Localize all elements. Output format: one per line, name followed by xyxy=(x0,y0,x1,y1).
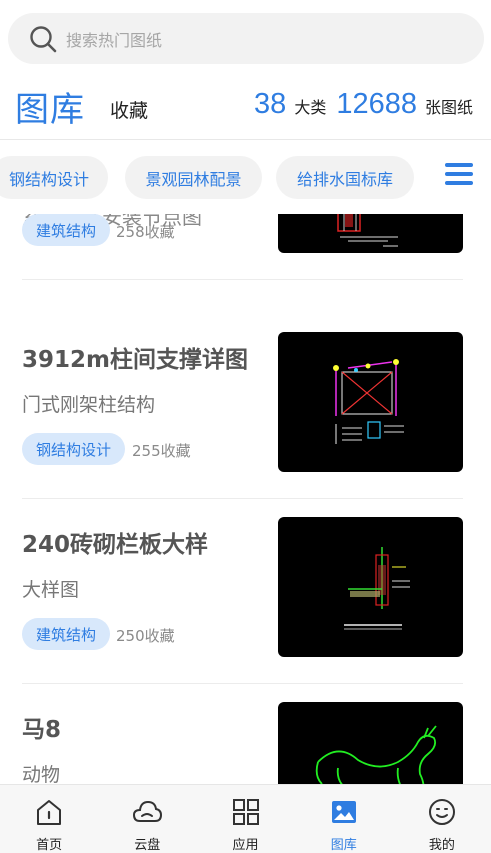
item-title: 马8 xyxy=(22,717,62,743)
nav-gallery[interactable]: 图库 xyxy=(295,785,393,853)
nav-label: 图库 xyxy=(330,838,357,853)
nav-label: 云盘 xyxy=(134,838,161,853)
nav-apps[interactable]: 应用 xyxy=(196,785,294,853)
search-placeholder: 搜索热门图纸 xyxy=(66,30,163,50)
gallery-header: 图库 收藏 38 大类 12688 张图纸 xyxy=(0,76,491,138)
drawing-count: 12688 xyxy=(336,88,417,120)
drawing-thumbnail xyxy=(278,214,463,253)
item-title: 3912m柱间支撑详图 xyxy=(22,347,248,373)
item-subtitle: 动物 xyxy=(22,764,61,784)
gallery-stats: 38 大类 12688 张图纸 xyxy=(254,88,473,121)
list-item[interactable]: 室外构件安装节点图 建筑结构 258收藏 xyxy=(0,214,491,298)
chip-plumbing[interactable]: 给排水国标库 xyxy=(276,156,414,199)
item-separator xyxy=(22,279,463,280)
item-tag[interactable]: 建筑结构 xyxy=(22,214,111,246)
category-count: 38 xyxy=(254,88,287,120)
search-icon xyxy=(30,25,57,52)
drawing-thumbnail xyxy=(278,332,463,472)
item-favorites: 255收藏 xyxy=(132,442,191,460)
nav-cloud[interactable]: 云盘 xyxy=(98,785,196,853)
item-separator xyxy=(22,498,463,499)
item-favorites: 258收藏 xyxy=(116,223,175,241)
drawing-list: 室外构件安装节点图 建筑结构 258收藏 3912m柱间支撑详图 门式刚架柱结构… xyxy=(0,214,491,784)
item-subtitle: 大样图 xyxy=(22,579,80,601)
list-item[interactable]: 3912m柱间支撑详图 门式刚架柱结构 钢结构设计 255收藏 xyxy=(0,332,491,517)
item-title: 240砖砌栏板大样 xyxy=(22,532,209,558)
nav-label: 应用 xyxy=(232,838,259,853)
page-title[interactable]: 图库 xyxy=(15,82,85,131)
drawing-thumbnail xyxy=(278,702,463,784)
drawing-thumbnail xyxy=(278,517,463,657)
search-bar[interactable]: 搜索热门图纸 xyxy=(8,13,484,64)
cloud-icon xyxy=(133,800,163,822)
menu-icon[interactable] xyxy=(445,163,473,189)
home-icon xyxy=(37,800,62,825)
list-item[interactable]: 马8 动物 xyxy=(0,702,491,784)
drawing-unit: 张图纸 xyxy=(424,98,473,117)
list-item[interactable]: 240砖砌栏板大样 大样图 建筑结构 250收藏 xyxy=(0,517,491,702)
favorites-tab[interactable]: 收藏 xyxy=(110,96,148,123)
category-unit: 大类 xyxy=(294,98,327,117)
chip-steel-structure[interactable]: 钢结构设计 xyxy=(0,156,108,199)
item-tag[interactable]: 钢结构设计 xyxy=(22,433,126,465)
header-divider xyxy=(0,139,491,140)
item-favorites: 250收藏 xyxy=(116,627,175,645)
item-tag[interactable]: 建筑结构 xyxy=(22,618,111,650)
category-chips: 钢结构设计 景观园林配景 给排水国标库 xyxy=(0,156,491,200)
item-separator xyxy=(22,683,463,684)
nav-home[interactable]: 首页 xyxy=(0,785,98,853)
nav-label: 我的 xyxy=(428,838,455,853)
item-subtitle: 门式刚架柱结构 xyxy=(22,394,156,416)
nav-label: 首页 xyxy=(36,838,63,853)
profile-smile-icon xyxy=(428,799,455,825)
chip-landscape[interactable]: 景观园林配景 xyxy=(125,156,262,199)
apps-grid-icon xyxy=(232,799,259,825)
bottom-nav: 首页 云盘 应用 图库 我的 xyxy=(0,784,491,853)
nav-profile[interactable]: 我的 xyxy=(393,785,491,853)
gallery-icon xyxy=(331,801,356,823)
